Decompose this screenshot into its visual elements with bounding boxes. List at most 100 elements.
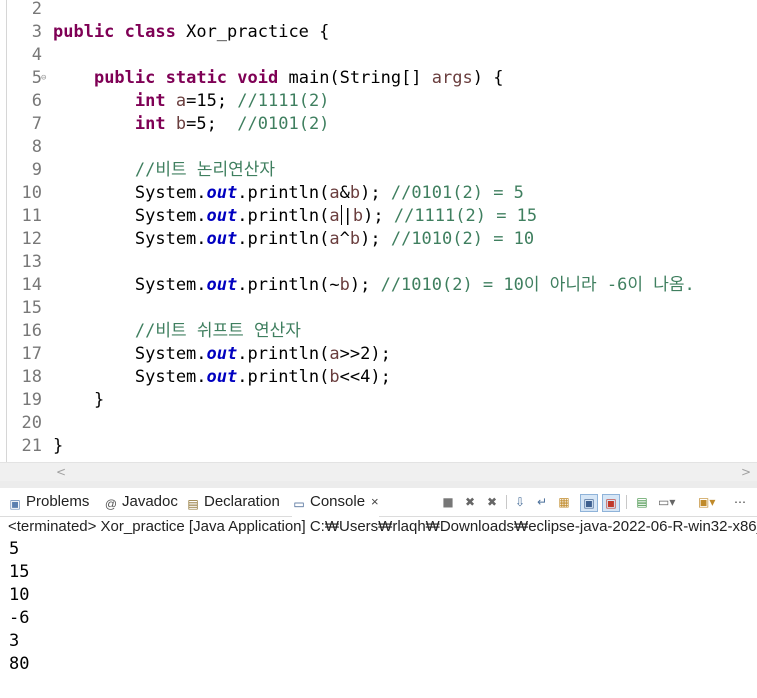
scroll-right-arrow-icon[interactable]: > (741, 463, 751, 481)
show-console-on-error-icon[interactable]: ▣ (580, 494, 598, 512)
code-token: main(String[] (278, 68, 432, 88)
line-number: 8 (31, 137, 42, 157)
line-number: 3 (31, 22, 42, 42)
code-token: //1111(2) (237, 91, 330, 111)
display-selected-console-icon[interactable]: ▤ (634, 494, 650, 510)
code-token: b (175, 114, 187, 134)
show-console-on-output-icon[interactable]: ▦ (556, 494, 572, 510)
code-token: | (342, 206, 353, 226)
code-token: .println( (237, 344, 330, 364)
code-token: ); (360, 229, 391, 249)
code-line[interactable]: //비트 쉬프트 연산자 (53, 320, 301, 343)
scroll-left-arrow-icon[interactable]: < (56, 463, 66, 481)
line-number: 9 (31, 160, 42, 180)
fold-collapse-icon[interactable]: ⊖ (41, 67, 46, 90)
code-line[interactable]: public class Xor_practice { (53, 21, 329, 44)
code-token: b (339, 275, 350, 295)
code-token: System. (53, 229, 207, 249)
code-line[interactable]: //비트 논리연산자 (53, 159, 275, 182)
code-token: System. (53, 344, 207, 364)
close-icon[interactable]: × (371, 494, 379, 509)
new-console-icon[interactable]: ▣▾ (698, 494, 715, 510)
code-token: <<4); (339, 367, 391, 387)
text-caret (340, 205, 342, 225)
console-output-line: 15 (9, 562, 30, 582)
code-line[interactable]: } (53, 389, 104, 412)
code-token: int (134, 114, 166, 134)
code-token: =15; (186, 91, 238, 111)
code-token: ); (363, 206, 394, 226)
code-line[interactable]: System.out.println(a&b); //0101(2) = 5 (53, 182, 524, 205)
console-status-line: <terminated> Xor_practice [Java Applicat… (0, 517, 757, 537)
open-console-icon[interactable]: ▭▾ (658, 494, 675, 510)
line-number: 13 (21, 252, 42, 272)
tab-problems[interactable]: ▣ Problems (8, 488, 89, 516)
code-token: .println( (237, 183, 330, 203)
tab-declaration[interactable]: ▤ Declaration (186, 488, 280, 516)
code-line[interactable]: public static void main(String[] args) { (53, 67, 504, 90)
remove-all-terminated-icon[interactable]: ✖ (484, 494, 500, 510)
line-number: 15 (21, 298, 42, 318)
line-number: 12 (21, 229, 42, 249)
remove-launch-icon[interactable]: ✖ (462, 494, 478, 510)
editor-border (6, 0, 7, 462)
console-output-line: 3 (9, 631, 20, 651)
tab-console[interactable]: ▭ Console × (292, 488, 379, 518)
code-line[interactable]: System.out.println(a>>2); (53, 343, 391, 366)
line-number: 16 (21, 321, 42, 341)
code-token: a (329, 183, 340, 203)
terminate-icon[interactable]: ■ (440, 494, 456, 510)
line-number: 14 (21, 275, 42, 295)
views-tab-bar: ▣ Problems @ Javadoc ▤ Declaration ▭ Console… (0, 488, 757, 518)
code-token: b (349, 229, 361, 249)
code-line[interactable]: int b=5; //0101(2) (53, 113, 330, 136)
console-output[interactable]: 5 15 10 -6 3 80 (9, 538, 29, 676)
view-menu-icon[interactable]: ⋯ (732, 494, 748, 510)
code-token: int (134, 91, 166, 111)
console-output-line: 80 (9, 654, 30, 674)
line-number: 19 (21, 390, 42, 410)
code-line[interactable]: int a=15; //1111(2) (53, 90, 330, 113)
code-line[interactable]: } (53, 435, 63, 458)
code-line[interactable]: System.out.println(b<<4); (53, 366, 391, 389)
code-token: public (53, 22, 115, 42)
javadoc-icon: @ (104, 497, 118, 511)
view-sash[interactable] (0, 481, 757, 488)
code-token: //비트 쉬프트 연산자 (134, 321, 301, 341)
declaration-icon: ▤ (187, 497, 199, 511)
code-token: ) { (472, 68, 504, 88)
code-token: a (329, 206, 340, 226)
code-line[interactable]: System.out.println(a^b); //1010(2) = 10 (53, 228, 534, 251)
code-token: out (206, 275, 238, 295)
code-token: class (124, 22, 176, 42)
line-number: 17 (21, 344, 42, 364)
pin-console-icon[interactable]: ▣ (602, 494, 620, 512)
code-token: .println(~ (237, 275, 340, 295)
horizontal-scrollbar[interactable]: < > (50, 462, 757, 481)
code-line[interactable]: System.out.println(~b); //1010(2) = 10이 … (53, 274, 695, 297)
tab-label: Declaration (204, 493, 280, 510)
code-token: b (329, 367, 340, 387)
word-wrap-icon[interactable]: ↵ (534, 494, 550, 510)
code-token: //1010(2) = 10이 아니라 -6이 나옴. (380, 275, 695, 295)
line-number: 11 (21, 206, 42, 226)
code-token: a (329, 229, 340, 249)
code-token: .println( (237, 206, 330, 226)
code-editor[interactable]: 2 3 4 5 ⊖ 6 7 8 9 10 11 12 13 14 15 16 17 18 19 20 21 public… (0, 0, 757, 462)
code-token: a (175, 91, 187, 111)
code-token: //1010(2) = 10 (390, 229, 535, 249)
tab-javadoc[interactable]: @ Javadoc (104, 488, 178, 516)
code-token: } (53, 436, 64, 456)
code-token: & (339, 183, 350, 203)
code-token: void (237, 68, 279, 88)
code-token: args (431, 68, 473, 88)
code-line[interactable]: System.out.println(a |b); //1111(2) = 15 (53, 205, 537, 228)
scroll-lock-icon[interactable]: ⇩ (512, 494, 528, 510)
code-token: //1111(2) = 15 (393, 206, 538, 226)
code-token: System. (53, 206, 207, 226)
code-token: static (165, 68, 228, 88)
